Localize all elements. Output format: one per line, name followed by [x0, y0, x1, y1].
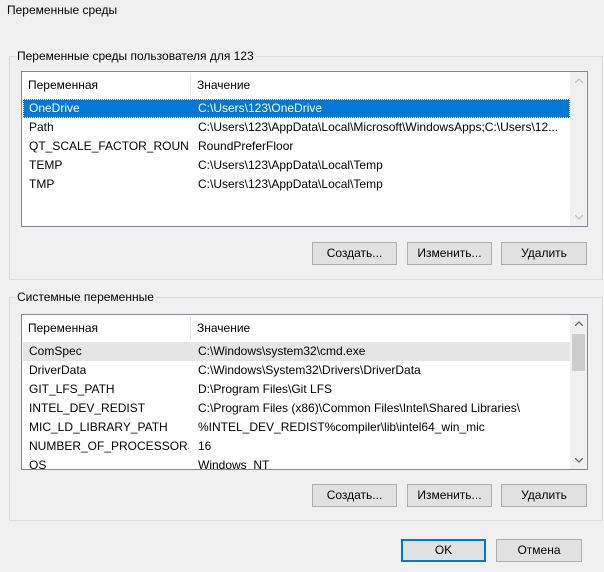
list-item[interactable]: MIC_LD_LIBRARY_PATH %INTEL_DEV_REDIST%com… [23, 418, 570, 437]
variable-value: C:\Windows\system32\cmd.exe [198, 344, 366, 358]
list-item[interactable]: TMP C:\Users\123\AppData\Local\Temp [23, 175, 570, 194]
scrollbar-thumb[interactable] [572, 334, 585, 371]
variable-value: C:\Users\123\AppData\Local\Temp [198, 177, 383, 191]
variable-name: OneDrive [29, 101, 80, 115]
variable-name: DriverData [29, 363, 87, 377]
system-vars-list[interactable]: Переменная Значение ComSpec C:\Windows\sy… [21, 314, 588, 470]
list-item[interactable]: OneDrive C:\Users\123\OneDrive [23, 99, 570, 118]
list-item[interactable]: GIT_LFS_PATH D:\Program Files\Git LFS [23, 380, 570, 399]
variable-value: C:\Windows\System32\Drivers\DriverData [198, 363, 421, 377]
list-item[interactable]: QT_SCALE_FACTOR_ROUNDI... RoundPreferFloo… [23, 137, 570, 156]
ok-button[interactable]: OK [401, 539, 486, 562]
window-title: Переменные среды [7, 3, 118, 17]
list-item[interactable]: TEMP C:\Users\123\AppData\Local\Temp [23, 156, 570, 175]
system-vars-group-label: Системные переменные [15, 290, 156, 304]
list-item[interactable]: Path C:\Users\123\AppData\Local\Microsoft… [23, 118, 570, 137]
user-edit-button[interactable]: Изменить... [407, 242, 492, 265]
chevron-down-icon[interactable] [570, 452, 587, 469]
column-header-variable[interactable]: Переменная [22, 72, 190, 98]
variable-name: QT_SCALE_FACTOR_ROUNDI... [29, 139, 189, 153]
variable-name: MIC_LD_LIBRARY_PATH [29, 420, 168, 434]
variable-name: Path [29, 120, 54, 134]
variable-name: ComSpec [29, 344, 82, 358]
user-create-button[interactable]: Создать... [312, 242, 397, 265]
column-header-value[interactable]: Значение [191, 72, 571, 98]
chevron-up-icon[interactable] [570, 72, 587, 89]
column-header-variable[interactable]: Переменная [22, 315, 190, 341]
list-item[interactable]: DriverData C:\Windows\System32\Drivers\Dr… [23, 361, 570, 380]
user-vars-header: Переменная Значение [22, 72, 587, 98]
variable-value: %INTEL_DEV_REDIST%compiler\lib\intel64_w… [198, 420, 485, 434]
variable-value: C:\Program Files (x86)\Common Files\Inte… [198, 401, 521, 415]
variable-name: NUMBER_OF_PROCESSORS [29, 439, 189, 453]
user-delete-button[interactable]: Удалить [501, 242, 587, 265]
variable-name: TMP [29, 177, 55, 191]
column-header-value[interactable]: Значение [191, 315, 571, 341]
variable-value: RoundPreferFloor [198, 139, 294, 153]
list-item[interactable]: INTEL_DEV_REDIST C:\Program Files (x86)\C… [23, 399, 570, 418]
variable-name: INTEL_DEV_REDIST [29, 401, 146, 415]
system-vars-header: Переменная Значение [22, 315, 587, 341]
variable-value: C:\Users\123\AppData\Local\Temp [198, 158, 383, 172]
variable-value: C:\Users\123\AppData\Local\Microsoft\Win… [198, 120, 559, 134]
system-vars-scrollbar[interactable] [570, 315, 587, 469]
variable-name: GIT_LFS_PATH [29, 382, 115, 396]
user-vars-group-label: Переменные среды пользователя для 123 [15, 49, 256, 63]
system-edit-button[interactable]: Изменить... [407, 484, 492, 507]
variable-value: D:\Program Files\Git LFS [198, 382, 333, 396]
variable-name: OS [29, 458, 47, 470]
list-item[interactable]: NUMBER_OF_PROCESSORS 16 [23, 437, 570, 456]
list-item[interactable]: OS Windows_NT [23, 456, 570, 470]
chevron-down-icon[interactable] [570, 209, 587, 226]
user-vars-list[interactable]: Переменная Значение OneDrive C:\Users\123… [21, 71, 588, 227]
user-vars-scrollbar[interactable] [570, 72, 587, 226]
system-delete-button[interactable]: Удалить [501, 484, 587, 507]
list-item[interactable]: ComSpec C:\Windows\system32\cmd.exe [23, 342, 570, 361]
variable-name: TEMP [29, 158, 63, 172]
variable-value: C:\Users\123\OneDrive [198, 101, 323, 115]
system-create-button[interactable]: Создать... [312, 484, 397, 507]
variable-value: 16 [198, 439, 212, 453]
cancel-button[interactable]: Отмена [496, 539, 582, 562]
variable-value: Windows_NT [198, 458, 270, 470]
chevron-up-icon[interactable] [570, 315, 587, 332]
